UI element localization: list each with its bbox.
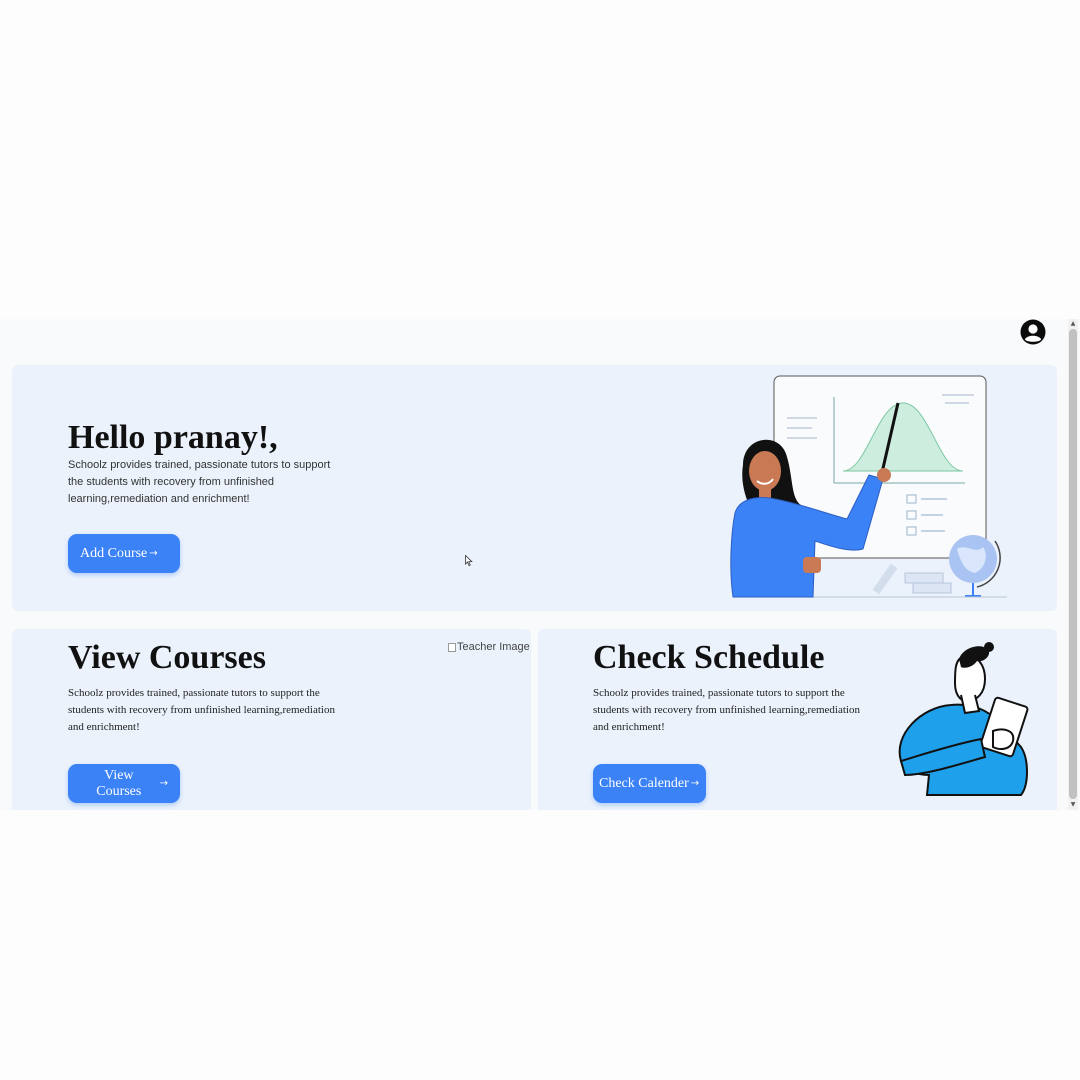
- scroll-down-icon[interactable]: ▼: [1069, 801, 1077, 809]
- app-viewport: Hello pranay!, Schoolz provides trained,…: [0, 319, 1080, 810]
- arrow-right-icon: →: [690, 778, 700, 789]
- greeting-heading: Hello pranay!,: [68, 419, 278, 456]
- teacher-image-placeholder: Teacher Image: [448, 641, 530, 653]
- user-profile-icon[interactable]: [1020, 319, 1046, 345]
- check-schedule-heading: Check Schedule: [593, 639, 825, 676]
- check-calendar-button[interactable]: Check Calender →: [593, 764, 706, 803]
- arrow-right-icon: →: [159, 778, 168, 789]
- check-schedule-card: Check Schedule Schoolz provides trained,…: [538, 629, 1057, 810]
- check-schedule-description: Schoolz provides trained, passionate tut…: [593, 687, 860, 733]
- scroll-up-icon[interactable]: ▲: [1069, 320, 1077, 328]
- view-courses-label: View Courses: [96, 767, 142, 799]
- scrollbar-thumb[interactable]: [1069, 329, 1077, 799]
- view-courses-heading: View Courses: [68, 639, 266, 676]
- check-calendar-label: Check Calender: [599, 775, 689, 791]
- add-course-label: Add Course: [80, 545, 148, 561]
- view-courses-description: Schoolz provides trained, passionate tut…: [68, 687, 335, 733]
- mouse-cursor-icon: [465, 555, 473, 566]
- add-course-button[interactable]: Add Course →: [68, 534, 180, 573]
- teacher-image-alt: Teacher Image: [457, 641, 530, 653]
- welcome-description: Schoolz provides trained, passionate tut…: [68, 459, 331, 505]
- teacher-illustration: [730, 375, 1007, 598]
- view-courses-button[interactable]: View Courses →: [68, 764, 180, 803]
- welcome-card: Hello pranay!, Schoolz provides trained,…: [12, 365, 1057, 611]
- vertical-scrollbar[interactable]: ▲ ▼: [1068, 319, 1078, 810]
- arrow-right-icon: →: [149, 548, 158, 559]
- view-courses-card: View Courses Teacher Image Schoolz provi…: [12, 629, 531, 810]
- broken-image-icon: [448, 642, 456, 652]
- student-illustration: [898, 642, 1029, 796]
